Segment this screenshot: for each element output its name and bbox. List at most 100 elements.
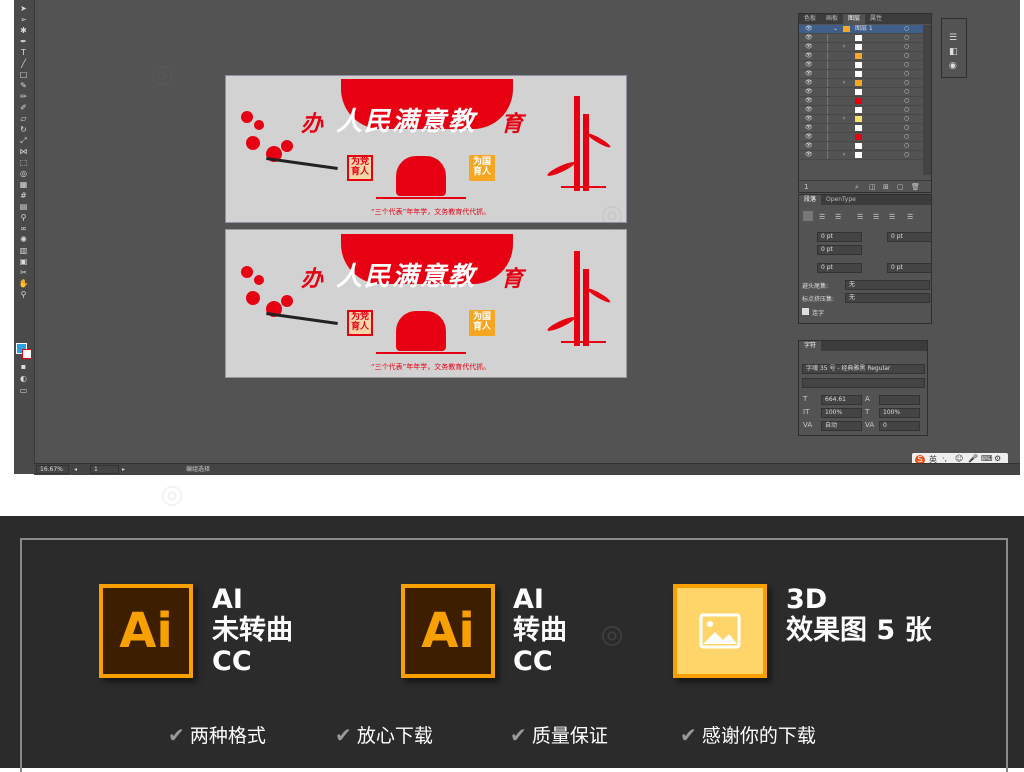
perspective-grid-tool-icon[interactable]: ▦	[17, 180, 30, 189]
eye-icon[interactable]: 👁	[805, 142, 813, 150]
shape-builder-tool-icon[interactable]: ◎	[17, 169, 30, 178]
type-tool-icon[interactable]: T	[17, 48, 30, 57]
appearance-panel-icon[interactable]: ◉	[949, 61, 957, 71]
artboard-1[interactable]: 办 人民满意教 育 为党 育人 为国 育人 “三个代表”年年学，文务教育代代抓。	[225, 75, 627, 223]
gradient-panel-icon[interactable]: ◧	[949, 47, 958, 57]
target-icon[interactable]: ○	[904, 151, 909, 159]
eye-icon[interactable]: 👁	[805, 124, 813, 132]
column-graph-tool-icon[interactable]: ▥	[17, 246, 30, 255]
free-transform-tool-icon[interactable]: ⬚	[17, 158, 30, 167]
locate-object-icon[interactable]: ⌕	[855, 181, 859, 193]
tab-character[interactable]: 字符	[799, 341, 822, 351]
ime-punctuation-icon[interactable]: ·,	[942, 454, 947, 463]
ime-voice-icon[interactable]: 🎤	[968, 454, 978, 463]
rectangle-tool-icon[interactable]: □	[17, 70, 30, 79]
tracking-field[interactable]: 0	[879, 421, 920, 431]
eye-icon[interactable]: 👁	[805, 25, 813, 33]
eye-icon[interactable]: 👁	[805, 43, 813, 51]
layer-row[interactable]: 👁 ○	[799, 88, 923, 97]
justify-center-icon[interactable]: ☰	[873, 213, 879, 221]
screen-mode-icon[interactable]: ▭	[17, 386, 30, 395]
layer-row[interactable]: 👁 ○	[799, 133, 923, 142]
layer-row[interactable]: 👁 › ○	[799, 151, 923, 160]
eye-icon[interactable]: 👁	[805, 88, 813, 96]
target-icon[interactable]: ○	[904, 79, 909, 87]
chevron-down-icon[interactable]: ⌄	[833, 25, 838, 33]
scale-tool-icon[interactable]: ⤢	[17, 136, 30, 145]
layers-scrollbar[interactable]	[923, 25, 931, 175]
align-right-icon[interactable]: ☰	[835, 213, 841, 221]
artboard-prev-icon[interactable]: ◂	[74, 464, 77, 475]
font-style-select[interactable]	[802, 378, 925, 388]
layer-name[interactable]: 图层 1	[855, 25, 873, 33]
layer-row[interactable]: 👁 ○	[799, 124, 923, 133]
align-center-icon[interactable]: ☰	[819, 213, 825, 221]
hand-tool-icon[interactable]: ✋	[17, 279, 30, 288]
target-icon[interactable]: ○	[904, 97, 909, 105]
clipping-mask-icon[interactable]: ◫	[869, 181, 876, 193]
chevron-right-icon[interactable]: ›	[843, 115, 845, 123]
leading-field[interactable]	[879, 395, 920, 405]
eye-icon[interactable]: 👁	[805, 34, 813, 42]
ime-emoji-icon[interactable]: ☺	[955, 454, 963, 463]
target-icon[interactable]: ○	[904, 124, 909, 132]
target-icon[interactable]: ○	[904, 106, 909, 114]
line-tool-icon[interactable]: ╱	[17, 59, 30, 68]
chevron-right-icon[interactable]: ›	[843, 151, 845, 159]
kerning-field[interactable]: 自动	[821, 421, 862, 431]
right-indent-field[interactable]: 0 pt	[887, 232, 932, 242]
target-icon[interactable]: ○	[904, 25, 909, 33]
eye-icon[interactable]: 👁	[805, 133, 813, 141]
ime-keyboard-icon[interactable]: ⌨	[981, 454, 993, 463]
zoom-tool-icon[interactable]: ⚲	[17, 290, 30, 299]
justify-all-icon[interactable]: ☰	[907, 213, 913, 221]
ime-settings-icon[interactable]: ⚙	[994, 454, 1001, 463]
font-family-select[interactable]: 字魂 35 号 - 经典雅黑 Regular	[802, 364, 925, 374]
vertical-scale-field[interactable]: 100%	[821, 408, 862, 418]
target-icon[interactable]: ○	[904, 52, 909, 60]
layer-row[interactable]: 👁 ○	[799, 106, 923, 115]
new-sublayer-icon[interactable]: ⊞	[883, 181, 889, 193]
eye-icon[interactable]: 👁	[805, 70, 813, 78]
stroke-color-swatch[interactable]	[22, 349, 32, 359]
direct-selection-tool-icon[interactable]: ➢	[17, 15, 30, 24]
pencil-tool-icon[interactable]: ✏	[17, 92, 30, 101]
rotate-tool-icon[interactable]: ↻	[17, 125, 30, 134]
horizontal-scale-field[interactable]: 100%	[879, 408, 920, 418]
tab-layers[interactable]: 图层	[843, 14, 866, 24]
eye-icon[interactable]: 👁	[805, 61, 813, 69]
layer-row[interactable]: 👁 › ○	[799, 79, 923, 88]
chevron-right-icon[interactable]: ›	[843, 43, 845, 51]
tab-properties[interactable]: 属性	[865, 14, 887, 24]
tab-swatches[interactable]: 色板	[799, 14, 821, 24]
layer-row-top[interactable]: 👁 ⌄ 图层 1 ○	[799, 25, 923, 34]
pen-tool-icon[interactable]: ✒	[17, 37, 30, 46]
gradient-tool-icon[interactable]: ▤	[17, 202, 30, 211]
eye-icon[interactable]: 👁	[805, 52, 813, 60]
color-mode-icon[interactable]: ▪	[17, 362, 30, 371]
blob-brush-tool-icon[interactable]: ✐	[17, 103, 30, 112]
target-icon[interactable]: ○	[904, 34, 909, 42]
eye-icon[interactable]: 👁	[805, 79, 813, 87]
new-layer-icon[interactable]: ▢	[897, 181, 904, 193]
layer-row[interactable]: 👁 ○	[799, 142, 923, 151]
chevron-right-icon[interactable]: ›	[843, 79, 845, 87]
target-icon[interactable]: ○	[904, 70, 909, 78]
artboard-tool-icon[interactable]: ▣	[17, 257, 30, 266]
delete-layer-icon[interactable]: 🗑	[911, 181, 920, 193]
eraser-tool-icon[interactable]: ▱	[17, 114, 30, 123]
tab-artboards[interactable]: 画板	[821, 14, 843, 24]
width-tool-icon[interactable]: ⋈	[17, 147, 30, 156]
layer-row[interactable]: 👁 ○	[799, 52, 923, 61]
zoom-select[interactable]: 16.67%	[36, 465, 69, 474]
draw-mode-icon[interactable]: ◐	[17, 374, 30, 383]
selection-tool-icon[interactable]: ➤	[17, 4, 30, 13]
layer-row[interactable]: 👁 › ○	[799, 43, 923, 52]
menu-icon[interactable]: ☰	[949, 33, 957, 43]
first-line-indent-field[interactable]: 0 pt	[817, 245, 862, 255]
layer-row[interactable]: 👁 › ○	[799, 115, 923, 124]
hyphenate-checkbox[interactable]	[802, 308, 809, 315]
space-before-field[interactable]: 0 pt	[817, 263, 862, 273]
artboard-next-icon[interactable]: ▸	[122, 464, 125, 475]
font-size-field[interactable]: 664.61	[821, 395, 862, 405]
